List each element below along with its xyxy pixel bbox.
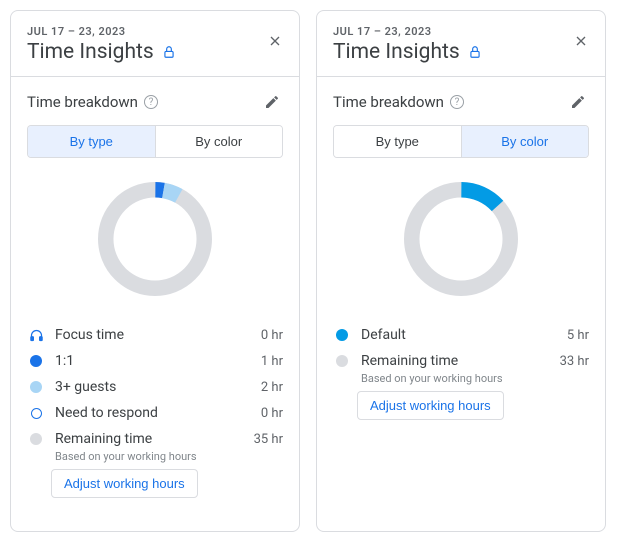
legend-value: 1 hr (261, 354, 283, 369)
dot-icon (27, 352, 45, 370)
ring-icon (27, 404, 45, 422)
tab-by-type[interactable]: By type (334, 126, 461, 157)
legend-item-remaining[interactable]: Remaining time 35 hr (27, 426, 283, 452)
panel-header: JUL 17 – 23, 2023 Time Insights (317, 11, 605, 77)
dot-icon (27, 378, 45, 396)
time-insights-panel: JUL 17 – 23, 2023 Time Insights Time bre… (316, 10, 606, 532)
segmented-control: By type By color (333, 125, 589, 158)
tab-by-type[interactable]: By type (28, 126, 155, 157)
segmented-control: By type By color (27, 125, 283, 158)
donut-chart (333, 174, 589, 304)
legend-item-default[interactable]: Default 5 hr (333, 322, 589, 348)
legend: Default 5 hr Remaining time 33 hr Based … (333, 322, 589, 420)
legend-value: 35 hr (254, 432, 283, 447)
legend-label: 1:1 (55, 353, 261, 369)
lock-icon (468, 45, 482, 59)
date-range: JUL 17 – 23, 2023 (333, 25, 589, 38)
close-button[interactable] (569, 29, 593, 53)
legend-item-1-1[interactable]: 1:1 1 hr (27, 348, 283, 374)
dot-icon (333, 352, 351, 370)
legend-item-focus-time[interactable]: Focus time 0 hr (27, 322, 283, 348)
edit-button[interactable] (567, 91, 589, 113)
tab-by-color[interactable]: By color (155, 126, 283, 157)
lock-icon (162, 45, 176, 59)
legend-value: 0 hr (261, 328, 283, 343)
help-icon[interactable]: ? (450, 95, 464, 109)
legend-item-remaining[interactable]: Remaining time 33 hr (333, 348, 589, 374)
legend-value: 2 hr (261, 380, 283, 395)
section-title: Time breakdown (27, 93, 138, 111)
legend-label: Default (361, 327, 567, 343)
time-insights-panel: JUL 17 – 23, 2023 Time Insights Time bre… (10, 10, 300, 532)
remaining-subtext: Based on your working hours (55, 450, 283, 463)
legend-label: Remaining time (55, 431, 254, 447)
legend-item-need-to-respond[interactable]: Need to respond 0 hr (27, 400, 283, 426)
legend-value: 33 hr (560, 354, 589, 369)
close-button[interactable] (263, 29, 287, 53)
panel-header: JUL 17 – 23, 2023 Time Insights (11, 11, 299, 77)
donut-chart (27, 174, 283, 304)
legend-item-3plus-guests[interactable]: 3+ guests 2 hr (27, 374, 283, 400)
adjust-working-hours-button[interactable]: Adjust working hours (357, 391, 504, 420)
legend-label: Remaining time (361, 353, 560, 369)
legend-value: 5 hr (567, 328, 589, 343)
tab-by-color[interactable]: By color (461, 126, 589, 157)
page-title: Time Insights (333, 40, 460, 64)
section-title: Time breakdown (333, 93, 444, 111)
legend-label: Focus time (55, 327, 261, 343)
page-title: Time Insights (27, 40, 154, 64)
date-range: JUL 17 – 23, 2023 (27, 25, 283, 38)
help-icon[interactable]: ? (144, 95, 158, 109)
legend-label: 3+ guests (55, 379, 261, 395)
remaining-subtext: Based on your working hours (361, 372, 589, 385)
adjust-working-hours-button[interactable]: Adjust working hours (51, 469, 198, 498)
legend: Focus time 0 hr 1:1 1 hr 3+ guests 2 hr … (27, 322, 283, 498)
dot-icon (27, 430, 45, 448)
dot-icon (333, 326, 351, 344)
edit-button[interactable] (261, 91, 283, 113)
legend-label: Need to respond (55, 405, 261, 421)
headphones-icon (27, 326, 45, 344)
legend-value: 0 hr (261, 406, 283, 421)
